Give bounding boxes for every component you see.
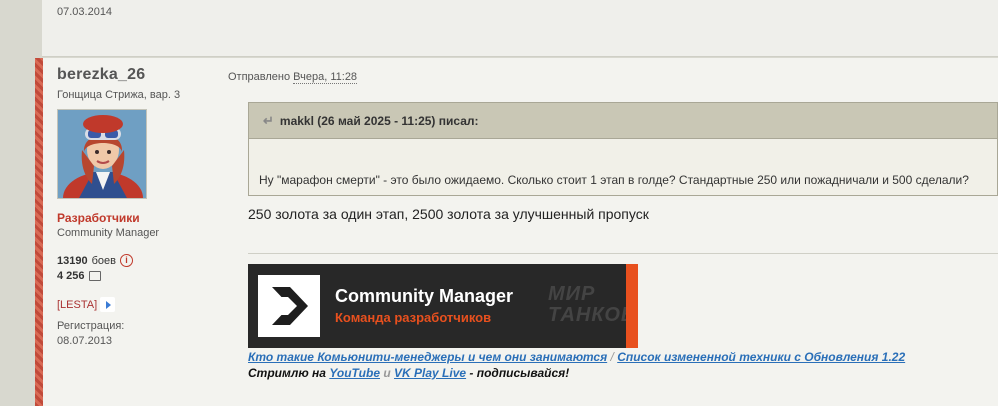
battles-row: 13190 боев i xyxy=(57,253,227,268)
registration-label: Регистрация: xyxy=(57,320,125,332)
banner-game-logo: МИР ТАНКОВ xyxy=(548,284,636,326)
banner-subtitle: Команда разработчиков xyxy=(335,310,492,325)
banner-game-line2: ТАНКОВ xyxy=(548,304,637,326)
clan-arrow-icon[interactable] xyxy=(100,297,116,312)
author-username[interactable]: berezka_26 xyxy=(57,66,227,84)
banner-logo-icon xyxy=(258,275,320,337)
banner-accent xyxy=(626,264,638,348)
quote-author: makkl (26 май 2025 - 11:25) писал: xyxy=(279,113,479,128)
info-icon[interactable]: i xyxy=(119,254,133,267)
author-avatar[interactable] xyxy=(57,109,147,199)
forum-post: berezka_26 Гонщица Стрижа, вар. 3 Разраб… xyxy=(35,58,998,406)
author-stats: 13190 боев i 4 256 xyxy=(57,253,227,283)
author-rank: Гонщица Стрижа, вар. 3 xyxy=(57,89,181,101)
sent-date[interactable]: Вчера, 11:28 xyxy=(293,71,358,84)
signature-divider xyxy=(248,253,998,254)
avatar-image xyxy=(58,110,146,198)
link-community-managers[interactable]: Кто такие Комьюнити-менеджеры и чем они … xyxy=(248,350,607,364)
post-stripe xyxy=(35,58,43,406)
posts-row: 4 256 xyxy=(57,268,227,283)
signature-stream: Стримлю на YouTube и VK Play Live - подп… xyxy=(248,366,569,380)
posts-count: 4 256 xyxy=(57,269,85,282)
quote-text: Ну "марафон смерти" - это было ожидаемо.… xyxy=(259,173,969,187)
sent-label: Отправлено xyxy=(228,71,291,83)
battles-value: 13190 xyxy=(57,254,88,267)
battles-label: боев xyxy=(91,254,116,267)
stream-suffix: - подписывайся! xyxy=(469,366,570,380)
stream-and: и xyxy=(383,366,391,380)
author-panel: berezka_26 Гонщица Стрижа, вар. 3 Разраб… xyxy=(57,66,227,347)
clan-row: [LESTA] xyxy=(57,297,227,312)
signature-links: Кто такие Комьюнити-менеджеры и чем они … xyxy=(248,350,905,364)
link-separator: / xyxy=(610,350,614,364)
banner-title: Community Manager xyxy=(335,286,514,306)
registration-date: 08.07.2013 xyxy=(57,335,113,347)
author-group: Разработчики xyxy=(57,211,140,225)
banner-game-line1: МИР xyxy=(548,283,596,305)
link-changed-vehicles[interactable]: Список измененной техники с Обновления 1… xyxy=(617,350,905,364)
previous-post-date: 07.03.2014 xyxy=(57,6,113,18)
link-vk-play-live[interactable]: VK Play Live xyxy=(394,366,466,380)
post-timestamp: Отправлено Вчера, 11:28 xyxy=(228,71,358,84)
stream-prefix: Стримлю на xyxy=(248,366,326,380)
quote-header: ↵ makkl (26 май 2025 - 11:25) писал: xyxy=(249,103,997,139)
quote-icon: ↵ xyxy=(263,112,274,128)
signature-banner[interactable]: Community Manager Команда разработчиков … xyxy=(248,264,638,348)
link-youtube[interactable]: YouTube xyxy=(329,366,380,380)
previous-post: 07.03.2014 xyxy=(42,0,998,57)
clan-tag[interactable]: [LESTA] xyxy=(57,299,97,311)
comment-icon xyxy=(88,270,101,281)
post-body: 250 золота за один этап, 2500 золота за … xyxy=(248,206,649,222)
author-role: Community Manager xyxy=(57,227,160,239)
